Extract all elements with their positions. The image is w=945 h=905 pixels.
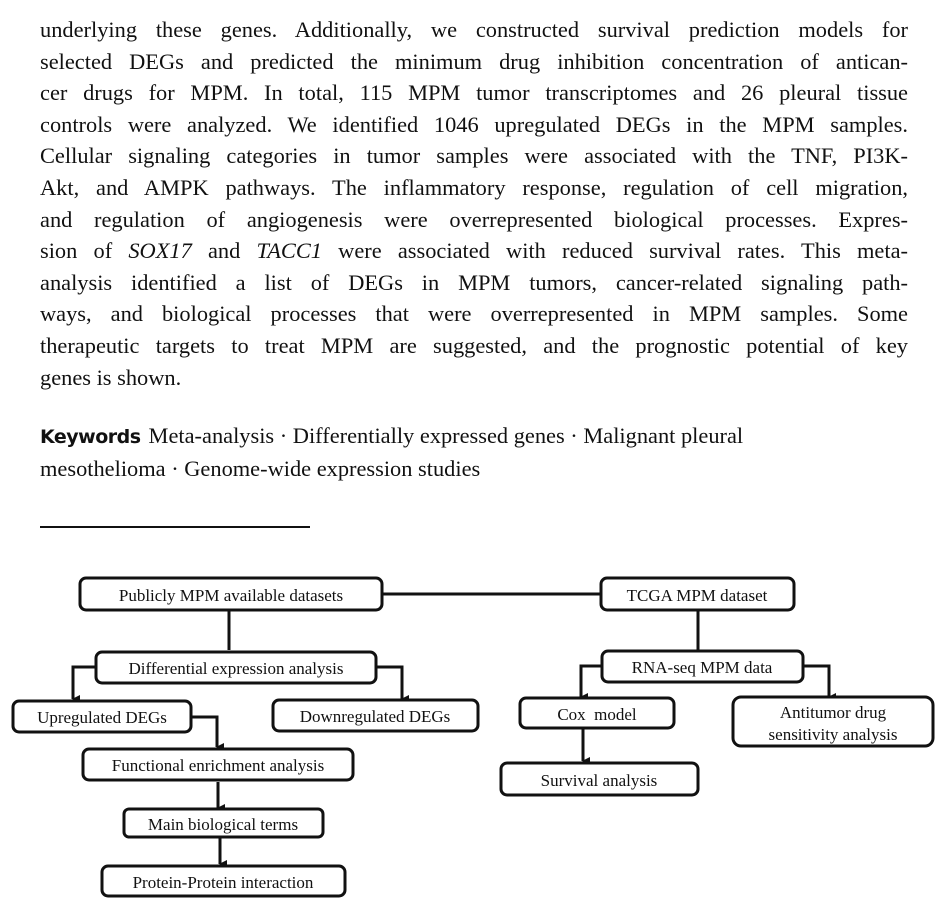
abstract-line: Akt, and AMPK pathways. The inflammatory… — [40, 174, 908, 200]
node-label: TCGA MPM dataset — [627, 586, 768, 605]
gene-name-tacc1: TACC1 — [256, 238, 322, 264]
node-label: Cox model — [557, 705, 637, 724]
abstract-line: analysis identified a list of DEGs in MP… — [40, 269, 908, 295]
arrow-upregulated-to-enrichment — [191, 715, 224, 751]
abstract-line-genes: sion of SOX17 and TACC1 were associated … — [40, 235, 908, 267]
text-segment: were associated with reduced survival ra… — [322, 238, 908, 264]
workflow-flowchart: Publicly MPM available datasets TCGA MPM… — [11, 576, 935, 898]
node-label: Protein-Protein interaction — [133, 873, 314, 892]
node-label: Upregulated DEGs — [37, 708, 167, 727]
node-label: Survival analysis — [541, 771, 658, 790]
abstract-line: selected DEGs and predicted the minimum … — [40, 48, 908, 74]
keywords-label: Keywords — [40, 426, 141, 448]
node-protein-protein-interaction: Protein-Protein interaction — [100, 864, 347, 898]
node-label: Differential expression analysis — [129, 659, 344, 678]
arrow-rnaseq-to-cox — [579, 664, 602, 701]
text-segment: and — [191, 238, 257, 264]
node-rnaseq-data: RNA-seq MPM data — [600, 649, 805, 684]
node-downregulated-degs: Downregulated DEGs — [271, 698, 480, 733]
abstract-line: controls were analyzed. We identified 10… — [40, 111, 908, 137]
abstract-line: genes is shown. — [40, 364, 182, 390]
text-segment: sion of — [40, 238, 129, 264]
node-label: Functional enrichment analysis — [112, 756, 324, 775]
abstract-line: cer drugs for MPM. In total, 115 MPM tum… — [40, 80, 908, 106]
abstract-line: Cellular signaling categories in tumor s… — [40, 143, 908, 169]
node-public-datasets: Publicly MPM available datasets — [78, 576, 384, 612]
node-functional-enrichment: Functional enrichment analysis — [81, 747, 355, 782]
abstract-line: underlying these genes. Additionally, we… — [40, 17, 908, 42]
node-label-line1: Antitumor drug — [780, 703, 887, 722]
node-label: Main biological terms — [148, 815, 298, 834]
node-cox-model: Cox model — [518, 696, 676, 730]
keywords-section: Keywords Meta-analysis · Differentially e… — [40, 420, 920, 484]
arrow-diffexp-to-upregulated — [71, 665, 96, 703]
gene-name-sox17: SOX17 — [128, 238, 192, 264]
keywords-line: Keywords Meta-analysis · Differentially e… — [40, 420, 920, 453]
node-survival-analysis: Survival analysis — [499, 761, 700, 797]
node-upregulated-degs: Upregulated DEGs — [11, 699, 193, 734]
node-main-biological-terms: Main biological terms — [122, 807, 325, 839]
keywords-text: Meta-analysis · Differentially expressed… — [148, 423, 744, 448]
keywords-line: mesothelioma · Genome-wide expression st… — [40, 456, 481, 481]
footnote-rule — [40, 526, 310, 528]
node-tcga-dataset: TCGA MPM dataset — [599, 576, 796, 612]
node-label: Downregulated DEGs — [300, 707, 451, 726]
abstract-line: ways, and biological processes that were… — [40, 301, 908, 327]
arrow-rnaseq-to-antitumor — [803, 664, 836, 701]
node-label: Publicly MPM available datasets — [119, 586, 343, 605]
abstract-paragraph: underlying these genes. Additionally, we… — [40, 14, 908, 393]
abstract-line: therapeutic targets to treat MPM are sug… — [40, 332, 908, 358]
arrow-diffexp-to-downregulated — [376, 665, 409, 703]
abstract-line: and regulation of angiogenesis were over… — [40, 206, 908, 232]
node-antitumor-drug-sensitivity: Antitumor drug sensitivity analysis — [731, 695, 935, 748]
node-differential-expression: Differential expression analysis — [94, 650, 378, 685]
node-label-line2: sensitivity analysis — [769, 725, 898, 744]
node-label: RNA-seq MPM data — [632, 658, 773, 677]
